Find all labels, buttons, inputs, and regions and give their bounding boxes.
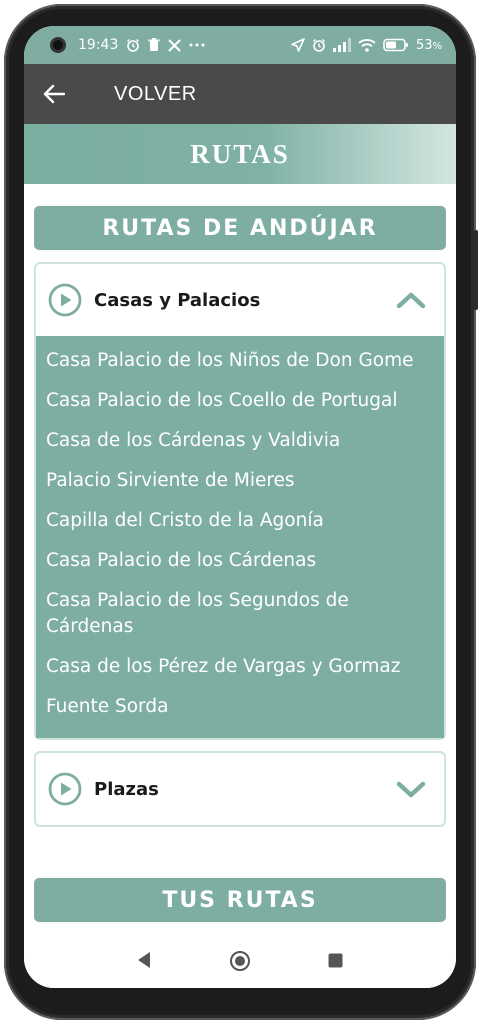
accordion-plazas: Plazas xyxy=(34,751,446,827)
wifi-icon xyxy=(358,38,376,52)
chevron-down-icon[interactable] xyxy=(396,779,426,799)
x-icon xyxy=(168,38,182,52)
chevron-up-icon[interactable] xyxy=(396,290,426,310)
nav-home-button[interactable] xyxy=(228,949,252,973)
accordion-casas-y-palacios: Casas y Palacios Casa Palacio de los Niñ… xyxy=(34,262,446,740)
accordion-title: Casas y Palacios xyxy=(94,289,261,311)
section-header-andujar: RUTAS DE ANDÚJAR xyxy=(34,206,446,250)
route-item[interactable]: Fuente Sorda xyxy=(46,688,434,728)
section-header-andujar-label: RUTAS DE ANDÚJAR xyxy=(102,215,378,241)
nav-back-icon xyxy=(138,952,150,968)
battery-percent: 53% xyxy=(415,37,442,53)
trash-icon xyxy=(148,38,160,52)
accordion-title: Plazas xyxy=(94,778,159,800)
accordion-header-casas-y-palacios[interactable]: Casas y Palacios xyxy=(36,264,444,336)
section-header-tus-rutas[interactable]: TUS RUTAS xyxy=(34,878,446,922)
route-item[interactable]: Casa de los Cárdenas y Valdivia xyxy=(46,422,434,462)
route-item[interactable]: Casa Palacio de los Segundos de Cárdenas xyxy=(46,582,434,648)
route-item[interactable]: Casa Palacio de los Niños de Don Gome xyxy=(46,342,434,382)
page-banner: RUTAS xyxy=(24,124,456,184)
system-nav-bar xyxy=(24,932,456,988)
route-item[interactable]: Casa Palacio de los Coello de Portugal xyxy=(46,382,434,422)
route-item[interactable]: Casa Palacio de los Cárdenas xyxy=(46,542,434,582)
route-item[interactable]: Capilla del Cristo de la Agonía xyxy=(46,502,434,542)
status-time: 19:43 xyxy=(78,37,119,53)
nav-recents-button[interactable] xyxy=(326,951,344,969)
more-dots-icon xyxy=(189,42,205,48)
page-title: RUTAS xyxy=(190,138,290,169)
front-camera xyxy=(50,37,66,53)
nav-back-button[interactable] xyxy=(134,950,154,970)
route-item[interactable]: Casa de los Pérez de Vargas y Gormaz xyxy=(46,648,434,688)
play-circle-icon xyxy=(48,283,82,317)
accordion-body-casas-y-palacios: Casa Palacio de los Niños de Don Gome Ca… xyxy=(36,336,444,738)
status-bar: 19:43 53% xyxy=(24,26,456,64)
alarm-icon xyxy=(126,38,140,52)
signal-icon xyxy=(332,38,351,52)
nav-home-icon xyxy=(230,951,250,971)
battery-icon xyxy=(383,38,409,52)
app-bar-title[interactable]: VOLVER xyxy=(114,83,197,106)
accordion-header-plazas[interactable]: Plazas xyxy=(36,753,444,825)
location-icon xyxy=(291,38,305,52)
back-button[interactable] xyxy=(40,80,68,108)
app-bar: VOLVER xyxy=(24,64,456,124)
section-header-tus-rutas-label: TUS RUTAS xyxy=(162,887,318,913)
alarm-icon xyxy=(312,38,326,52)
power-button xyxy=(474,230,478,310)
screen: 19:43 53% VOLVER RUTAS RUTAS DE ANDÚJAR … xyxy=(24,26,456,988)
route-item[interactable]: Palacio Sirviente de Mieres xyxy=(46,462,434,502)
arrow-left-icon xyxy=(43,84,65,104)
play-circle-icon xyxy=(48,772,82,806)
nav-recents-icon xyxy=(328,953,342,967)
